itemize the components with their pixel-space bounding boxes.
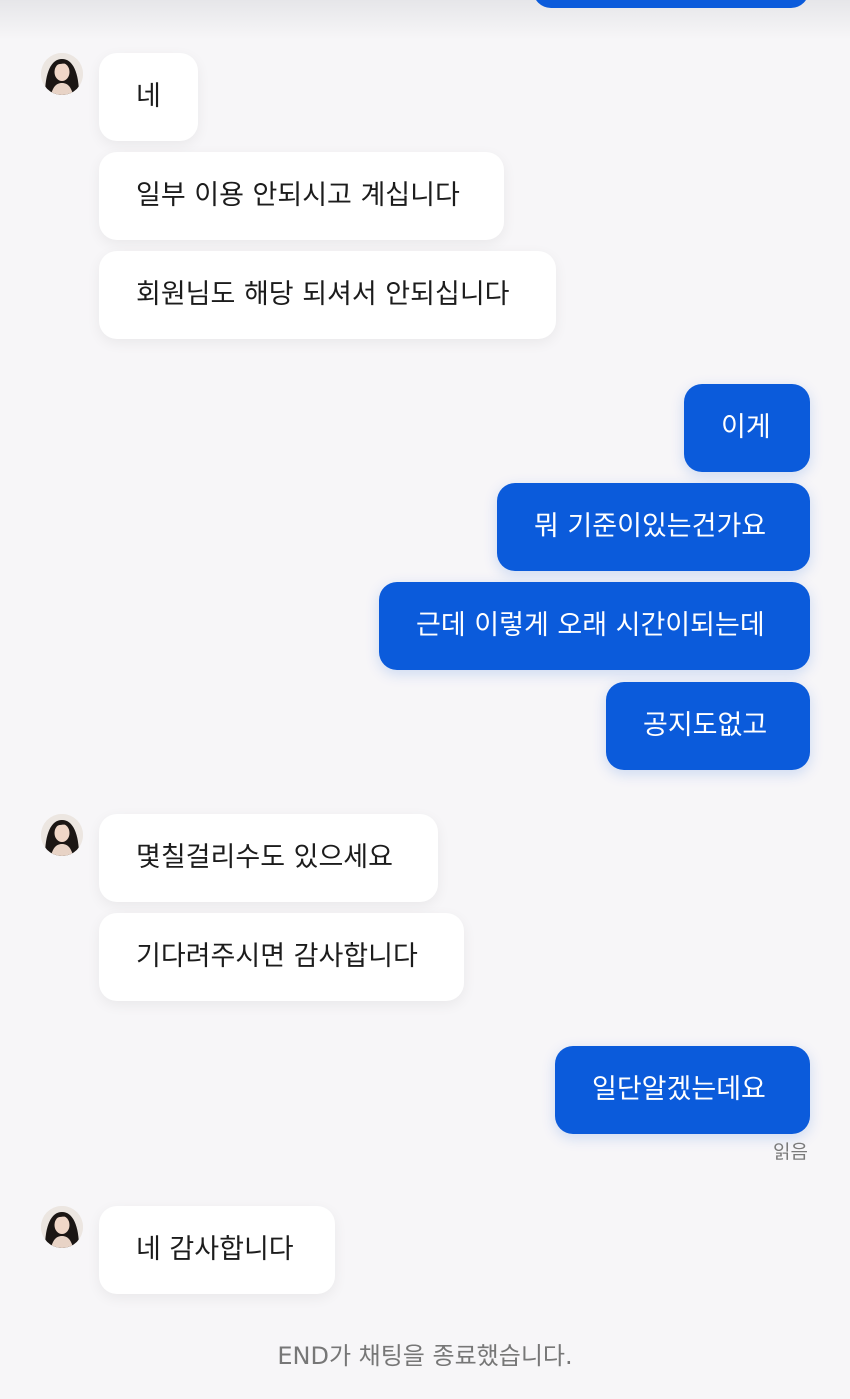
message-bubble-outgoing[interactable]: 공지도없고 xyxy=(606,682,810,770)
chat-ended-notice: END가 채팅을 종료했습니다. xyxy=(277,1342,573,1370)
message-text: 몇칠걸리수도 있으세요 xyxy=(136,842,393,873)
previous-outgoing-bubble xyxy=(533,0,809,8)
message-text: 뭐 기준이있는건가요 xyxy=(534,511,767,542)
message-text: 네 xyxy=(136,81,161,112)
message-text: 공지도없고 xyxy=(643,710,768,741)
read-status: 읽음 xyxy=(773,1141,808,1163)
agent-avatar[interactable] xyxy=(41,1206,83,1248)
message-bubble-incoming[interactable]: 일부 이용 안되시고 계십니다 xyxy=(99,152,504,240)
message-bubble-incoming[interactable]: 네 xyxy=(99,53,198,141)
message-bubble-incoming[interactable]: 기다려주시면 감사합니다 xyxy=(99,913,464,1001)
message-text: 네 감사합니다 xyxy=(136,1234,294,1265)
message-text: 회원님도 해당 되셔서 안되십니다 xyxy=(136,279,510,310)
message-text: 일단알겠는데요 xyxy=(592,1074,766,1105)
message-bubble-outgoing[interactable]: 이게 xyxy=(684,384,810,472)
message-bubble-outgoing[interactable]: 근데 이렇게 오래 시간이되는데 xyxy=(379,582,810,670)
message-bubble-outgoing[interactable]: 일단알겠는데요 xyxy=(555,1046,810,1134)
message-bubble-incoming[interactable]: 네 감사합니다 xyxy=(99,1206,335,1294)
agent-avatar[interactable] xyxy=(41,53,83,95)
message-bubble-incoming[interactable]: 회원님도 해당 되셔서 안되십니다 xyxy=(99,251,556,339)
agent-avatar[interactable] xyxy=(41,814,83,856)
message-text: 근데 이렇게 오래 시간이되는데 xyxy=(416,610,765,641)
message-text: 기다려주시면 감사합니다 xyxy=(136,941,418,972)
message-bubble-outgoing[interactable]: 뭐 기준이있는건가요 xyxy=(497,483,810,571)
message-text: 이게 xyxy=(721,412,771,443)
message-bubble-incoming[interactable]: 몇칠걸리수도 있으세요 xyxy=(99,814,438,902)
message-text: 일부 이용 안되시고 계십니다 xyxy=(136,180,460,211)
